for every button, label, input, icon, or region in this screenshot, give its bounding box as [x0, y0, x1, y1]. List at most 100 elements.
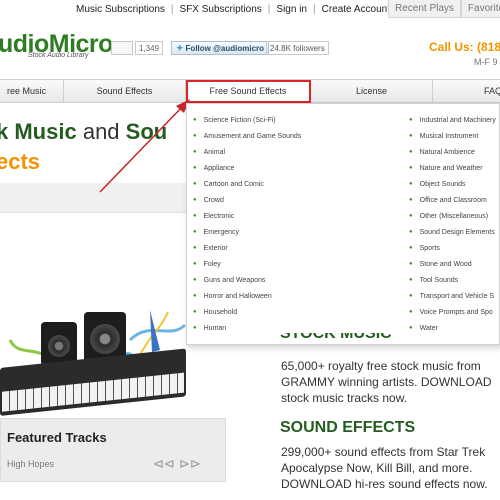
- sfx-subscriptions-link[interactable]: SFX Subscriptions: [174, 4, 268, 15]
- dropdown-category-item[interactable]: ● Water: [409, 320, 496, 336]
- follow-label: Follow @audiomicro: [185, 43, 265, 53]
- dropdown-category-label: Foley: [203, 260, 221, 268]
- nav-faq[interactable]: FAQ: [433, 80, 500, 102]
- dropdown-category-item[interactable]: ● Appliance: [193, 160, 301, 176]
- bullet-icon: ●: [409, 277, 413, 283]
- nav-license[interactable]: License: [311, 80, 433, 102]
- dropdown-category-item[interactable]: ● Sports: [409, 240, 496, 256]
- dropdown-category-label: Cartoon and Comic: [203, 180, 264, 188]
- bullet-icon: ●: [193, 197, 197, 203]
- sign-in-link[interactable]: Sign in: [270, 4, 313, 15]
- dropdown-category-item[interactable]: ● Voice Prompts and Spo: [409, 304, 496, 320]
- dropdown-category-label: Household: [203, 308, 238, 316]
- dropdown-category-item[interactable]: ● Crowd: [193, 192, 301, 208]
- bullet-icon: ●: [409, 325, 413, 331]
- dropdown-category-label: Crowd: [203, 196, 224, 204]
- dropdown-category-label: Appliance: [203, 164, 235, 172]
- dropdown-category-item[interactable]: ● Animal: [193, 144, 301, 160]
- featured-track-name[interactable]: High Hopes: [7, 459, 54, 469]
- twitter-bird-icon: ✦: [176, 42, 184, 53]
- stock-music-line-2: GRAMMY winning artists. DOWNLOAD: [281, 375, 492, 389]
- dropdown-category-item[interactable]: ● Household: [193, 304, 301, 320]
- dropdown-category-label: Electronic: [203, 212, 235, 220]
- dropdown-category-label: Horror and Halloween: [203, 292, 272, 300]
- sound-effects-line-3: DOWNLOAD hi-res sound effects now.: [281, 477, 488, 491]
- call-us-phone[interactable]: Call Us: (818: [429, 40, 500, 54]
- next-track-button[interactable]: ⊳⊳: [179, 456, 201, 472]
- dropdown-category-item[interactable]: ● Amusement and Game Sounds: [193, 128, 301, 144]
- dropdown-category-label: Emergency: [203, 228, 240, 236]
- stock-music-heading-text: STOCK MUSIC: [280, 333, 392, 342]
- stock-music-line-3: stock music tracks now.: [281, 391, 408, 405]
- bullet-icon: ●: [409, 293, 413, 299]
- hero-subheadline: ects: [0, 149, 41, 174]
- bullet-icon: ●: [193, 213, 197, 219]
- nav-free-music[interactable]: ree Music: [0, 80, 64, 102]
- speaker-cone: [48, 335, 70, 357]
- dropdown-category-item[interactable]: ● Nature and Weather: [409, 160, 496, 176]
- bullet-icon: ●: [409, 261, 413, 267]
- facebook-like-button[interactable]: [111, 41, 133, 55]
- bullet-icon: ●: [193, 165, 197, 171]
- dropdown-category-item[interactable]: ● Guns and Weapons: [193, 272, 301, 288]
- stock-music-heading: STOCK MUSIC: [280, 333, 392, 345]
- dropdown-category-item[interactable]: ● Natural Ambience: [409, 144, 496, 160]
- bullet-icon: ●: [193, 277, 197, 283]
- dropdown-category-item[interactable]: ● Transport and Vehicle S: [409, 288, 496, 304]
- dropdown-category-item[interactable]: ● Other (Miscellaneous): [409, 208, 496, 224]
- bullet-icon: ●: [193, 229, 197, 235]
- dropdown-column-right: ● Industrial and Machinery ● Musical Instru…: [409, 112, 496, 336]
- previous-track-button[interactable]: ⊲⊲: [153, 456, 175, 472]
- dropdown-category-item[interactable]: ● Horror and Halloween: [193, 288, 301, 304]
- dropdown-category-label: Musical Instrument: [419, 132, 479, 140]
- dropdown-category-label: Object Sounds: [419, 180, 466, 188]
- bullet-icon: ●: [409, 309, 413, 315]
- tab-recent-plays[interactable]: Recent Plays: [388, 0, 461, 18]
- bullet-icon: ●: [193, 117, 197, 123]
- dropdown-category-label: Water: [419, 324, 439, 332]
- music-subscriptions-link[interactable]: Music Subscriptions: [70, 4, 171, 15]
- bullet-icon: ●: [409, 149, 413, 155]
- bullet-icon: ●: [409, 245, 413, 251]
- bullet-icon: ●: [193, 309, 197, 315]
- business-hours: M-F 9: [474, 57, 498, 67]
- dropdown-category-item[interactable]: ● Tool Sounds: [409, 272, 496, 288]
- dropdown-category-label: Nature and Weather: [419, 164, 483, 172]
- bullet-icon: ●: [409, 133, 413, 139]
- dropdown-category-label: Animal: [203, 148, 226, 156]
- dropdown-category-label: Industrial and Machinery: [419, 116, 496, 124]
- dropdown-category-item[interactable]: ● Musical Instrument: [409, 128, 496, 144]
- dropdown-category-item[interactable]: ● Emergency: [193, 224, 301, 240]
- dropdown-category-item[interactable]: ● Sound Design Elements: [409, 224, 496, 240]
- dropdown-category-item[interactable]: ● Exterior: [193, 240, 301, 256]
- dropdown-category-label: Amusement and Game Sounds: [203, 132, 302, 140]
- bullet-icon: ●: [409, 229, 413, 235]
- dropdown-category-item[interactable]: ● Cartoon and Comic: [193, 176, 301, 192]
- bullet-icon: ●: [193, 293, 197, 299]
- bullet-icon: ●: [193, 149, 197, 155]
- tab-favorites[interactable]: Favorite: [460, 0, 500, 18]
- dropdown-category-item[interactable]: ● Foley: [193, 256, 301, 272]
- dropdown-category-label: Voice Prompts and Spo: [419, 308, 493, 316]
- dropdown-category-label: Natural Ambience: [419, 148, 475, 156]
- dropdown-category-item[interactable]: ● Object Sounds: [409, 176, 496, 192]
- twitter-follow-button[interactable]: ✦ Follow @audiomicro: [171, 41, 270, 55]
- bullet-icon: ●: [409, 197, 413, 203]
- dropdown-category-item[interactable]: ● Electronic: [193, 208, 301, 224]
- stock-music-line-1: 65,000+ royalty free stock music from: [281, 359, 481, 373]
- dropdown-category-item[interactable]: ● Office and Classroom: [409, 192, 496, 208]
- dropdown-category-label: Office and Classroom: [419, 196, 487, 204]
- dropdown-category-label: Tool Sounds: [419, 276, 459, 284]
- featured-tracks-panel: [0, 418, 226, 482]
- dropdown-category-label: Human: [203, 324, 227, 332]
- dropdown-category-item[interactable]: ● Industrial and Machinery: [409, 112, 496, 128]
- featured-tracks-title: Featured Tracks: [7, 430, 107, 445]
- free-sound-effects-dropdown: ● Science Fiction (Sci-Fi) ● Amusement and …: [186, 103, 500, 345]
- dropdown-category-item[interactable]: ● Stone and Wood: [409, 256, 496, 272]
- create-account-link[interactable]: Create Account: [316, 4, 396, 15]
- dropdown-category-item[interactable]: ● Science Fiction (Sci-Fi): [193, 112, 301, 128]
- sound-effects-line-1: 299,000+ sound effects from Star Trek: [281, 445, 486, 459]
- bullet-icon: ●: [409, 213, 413, 219]
- dropdown-category-label: Sound Design Elements: [419, 228, 495, 236]
- dropdown-category-label: Other (Miscellaneous): [419, 212, 489, 220]
